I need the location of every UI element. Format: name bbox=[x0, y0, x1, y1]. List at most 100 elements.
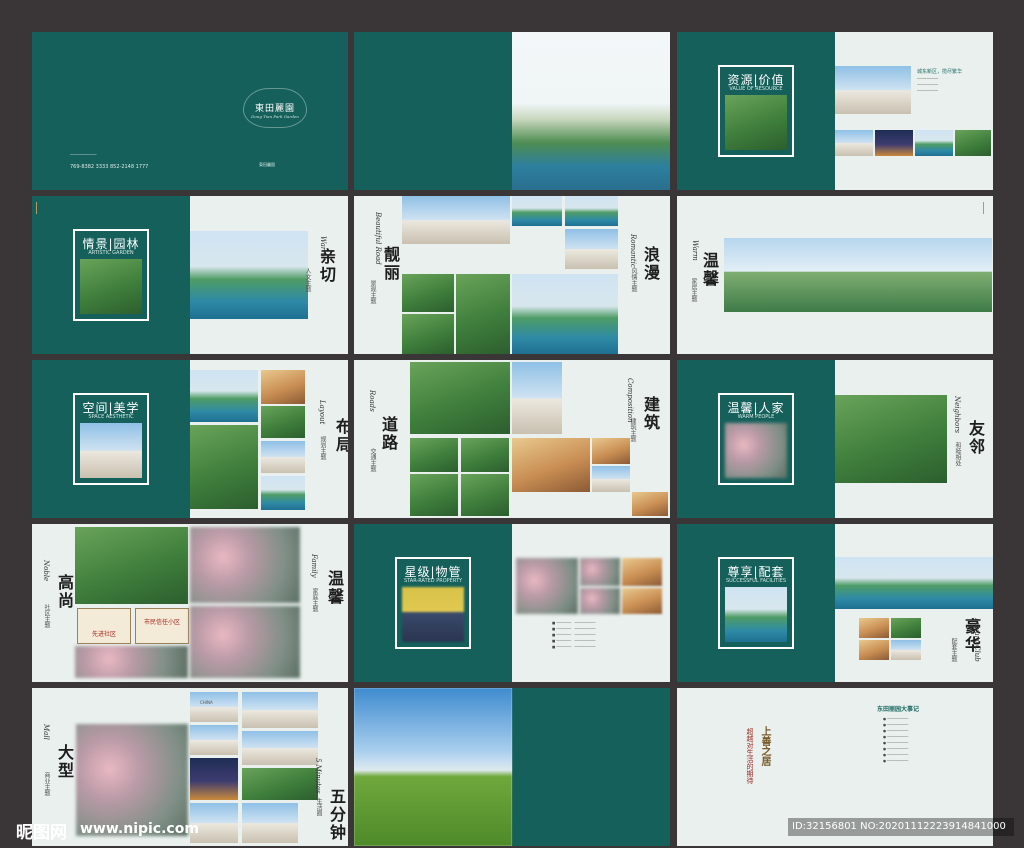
p2-teal-panel bbox=[354, 32, 512, 190]
p4-title-frame: 情景|园林 ARTISTIC GARDEN bbox=[73, 229, 149, 321]
cover-small-logo: 東田麗園 bbox=[259, 162, 275, 167]
p5-photo-pool-top bbox=[512, 196, 562, 226]
p15-calligraphy-big: 上善之居 bbox=[759, 726, 770, 766]
spread-10: Noble 高尚 社区主题 先进社区 市民信任小区 温馨 家庭主题 Family bbox=[32, 524, 348, 682]
p5-photo-road bbox=[402, 274, 454, 312]
watermark-url: www.nipic.com bbox=[80, 821, 199, 837]
p13-english-title-1: Mall bbox=[42, 724, 50, 740]
brochure-sheet: { "cover": { "logo_title": "東田麗園", "logo… bbox=[0, 0, 1024, 848]
p7-subtitle: SPACE AESTHETIC bbox=[88, 414, 134, 420]
p13-photo-towers bbox=[242, 692, 318, 728]
p13-bank-sign: CHINA bbox=[200, 700, 213, 705]
p7-photo-5 bbox=[261, 441, 305, 473]
spread-5: Beautiful Road 靓丽 景观主题 浪漫 风情主题 Romantic bbox=[354, 196, 670, 354]
p13-photo-tower-blue bbox=[242, 803, 298, 843]
p12-photo-2 bbox=[891, 618, 921, 638]
p10-photo-activities bbox=[75, 646, 188, 678]
p8-photo-living-room bbox=[512, 438, 590, 492]
spread-12: 尊享|配套 SUCCESSFUL FACILITIES 豪华 配套主题 Luxu… bbox=[677, 524, 993, 682]
p12-subtitle: SUCCESSFUL FACILITIES bbox=[725, 578, 787, 584]
p10-plaque-1: 先进社区 bbox=[77, 608, 131, 644]
watermark-site: 昵图网 bbox=[16, 823, 67, 843]
p4-photo-garden bbox=[80, 259, 142, 314]
p5-vertical-sub-2: 风情主题 bbox=[630, 268, 637, 292]
p11-photo-service-1 bbox=[516, 558, 578, 614]
p3-photo-4 bbox=[955, 130, 991, 156]
cover-contact-block: ─────────── bbox=[70, 152, 97, 157]
p5-vertical-title-1: 靓丽 bbox=[381, 246, 400, 282]
p3-photo-3 bbox=[915, 130, 953, 156]
p13-vertical-title-2: 五分钟 bbox=[327, 788, 346, 842]
p10-vertical-sub-1: 社区主题 bbox=[43, 604, 50, 628]
p5-vertical-sub-1: 景观主题 bbox=[369, 280, 376, 304]
p12-vertical-sub: 配套主题 bbox=[950, 638, 957, 662]
p13-english-title-2: 5 Minutes bbox=[314, 758, 322, 794]
p7-vertical-title: 布局 bbox=[333, 418, 348, 454]
p9-photo-balcony bbox=[835, 395, 947, 483]
p8-photo-bridge bbox=[410, 362, 510, 434]
p9-vertical-sub: 和睦相处 bbox=[954, 442, 961, 466]
p11-photo-service-3 bbox=[622, 558, 662, 586]
p2-photo-resort-pool bbox=[512, 32, 670, 190]
p5-vertical-title-2: 浪漫 bbox=[641, 246, 660, 282]
p13-photo-hospital bbox=[190, 725, 238, 755]
p12-title-frame: 尊享|配套 SUCCESSFUL FACILITIES bbox=[718, 557, 794, 649]
p8-photo-path-2 bbox=[461, 438, 509, 472]
p3-body-text: ────────── ────────── ────────── bbox=[917, 77, 939, 93]
p11-photo-staff bbox=[402, 587, 464, 642]
watermark-id-bar: ID:32156801 NO:20201112223914841000 bbox=[788, 818, 1014, 836]
p11-subtitle: STAR-RATED PROPERTY bbox=[403, 578, 463, 584]
spread-14 bbox=[354, 688, 670, 846]
p10-vertical-title-2: 温馨 bbox=[325, 570, 344, 606]
p13-vertical-title-1: 大型 bbox=[55, 744, 74, 780]
p13-vertical-sub-1: 商业主题 bbox=[43, 772, 50, 796]
p12-photo-4 bbox=[891, 640, 921, 660]
p11-photo-service-5 bbox=[622, 588, 662, 614]
p10-vertical-sub-2: 家庭主题 bbox=[311, 588, 318, 612]
p4-subtitle: ARTISTIC GARDEN bbox=[88, 250, 134, 256]
p3-photo-buildings bbox=[835, 66, 911, 114]
p12-photo-lake bbox=[835, 557, 993, 609]
p8-vertical-sub-1: 交通主题 bbox=[369, 448, 376, 472]
p8-photo-path-3 bbox=[410, 474, 458, 516]
spread-3: 资源|价值 VALUE OF RESOURCE 城东新区，揽尽繁华 ──────… bbox=[677, 32, 993, 190]
p6-page-mark bbox=[983, 202, 988, 214]
p4-english-title: Warm bbox=[319, 236, 327, 257]
p15-event-title: 东田丽园大事记 bbox=[877, 706, 920, 713]
p10-english-title-2: Family bbox=[310, 554, 318, 578]
p12-photo-3 bbox=[859, 640, 889, 660]
p15-calligraphy-small: 超越对生活的期待 bbox=[746, 728, 754, 784]
p10-english-title-1: Noble bbox=[42, 560, 50, 582]
p13-photo-hotel bbox=[190, 758, 238, 800]
cover-logo: 東田麗園 Dong Tian Park Garden bbox=[243, 88, 307, 128]
p10-photo-garden bbox=[75, 527, 188, 604]
p5-photo-skyline bbox=[402, 196, 510, 244]
p9-photo-family bbox=[725, 423, 787, 478]
p3-subtitle: VALUE OF RESOURCE bbox=[729, 86, 783, 92]
p5-photo-lagoon bbox=[512, 274, 618, 354]
p7-photo-2 bbox=[261, 370, 305, 404]
cover-logo-sub: Dong Tian Park Garden bbox=[251, 114, 299, 119]
p10-photo-family-1 bbox=[190, 527, 300, 603]
cover-phone: 769-8382 3333 852-2148 1777 bbox=[70, 164, 149, 170]
p12-photo-clubhouse bbox=[725, 587, 787, 642]
p13-photo-shopping bbox=[76, 724, 188, 836]
p9-title-frame: 温馨|人家 WARM PEOPLE bbox=[718, 393, 794, 485]
p4-page-mark bbox=[36, 202, 41, 214]
p11-photo-service-2 bbox=[580, 558, 620, 586]
watermark-id: ID:32156801 NO:20201112223914841000 bbox=[792, 821, 1006, 832]
p3-photo-aerial bbox=[725, 95, 787, 150]
p3-photo-1 bbox=[835, 130, 873, 156]
cover-logo-title: 東田麗園 bbox=[254, 104, 295, 114]
p14-teal-panel bbox=[512, 688, 670, 846]
p5-photo-path bbox=[456, 274, 510, 354]
p12-photo-1 bbox=[859, 618, 889, 638]
p13-photo-bank: CHINA bbox=[190, 692, 238, 722]
p8-vertical-title-2: 建筑 bbox=[641, 396, 660, 432]
p7-photo-6 bbox=[261, 476, 305, 510]
p9-subtitle: WARM PEOPLE bbox=[737, 414, 775, 420]
p8-photo-interior-3 bbox=[632, 492, 668, 516]
p11-service-text: ■ ─────── ────────── ■ ─────── ──────────… bbox=[552, 621, 596, 649]
p4-vertical-sub: 人文主题 bbox=[304, 268, 311, 292]
p8-photo-villa bbox=[512, 362, 562, 434]
